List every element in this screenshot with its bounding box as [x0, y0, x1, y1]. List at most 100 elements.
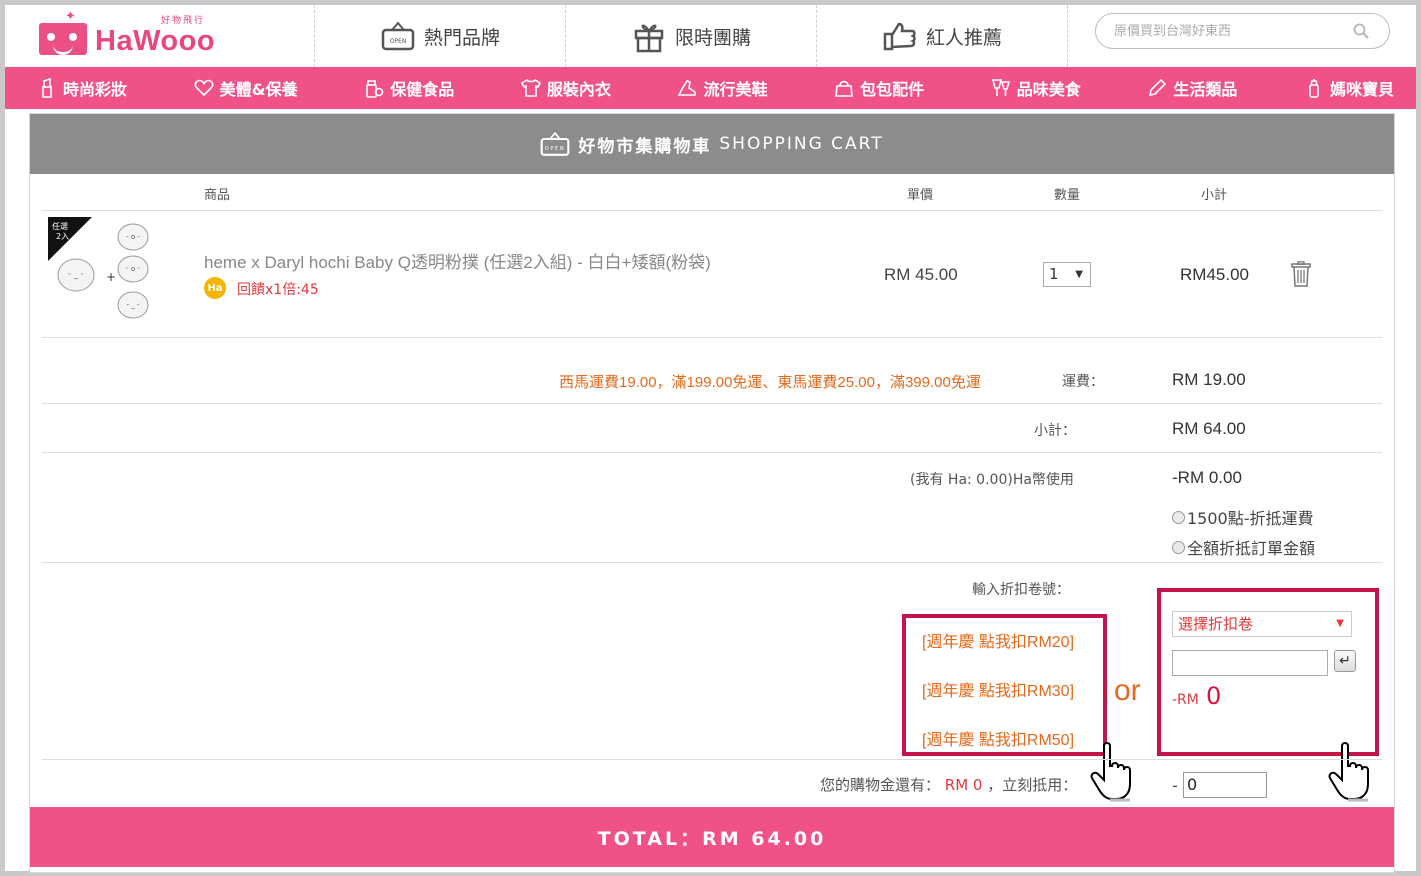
column-unit-price: 單價 [907, 188, 934, 203]
svg-text:ᵕ o ᵕ: ᵕ o ᵕ [126, 265, 141, 273]
search-icon[interactable] [1353, 23, 1369, 39]
category-label: 流行美鞋 [703, 80, 768, 99]
category-bar: 時尚彩妝 美體&保養 保健食品 服裝內衣 流行美鞋 包包配件 品味美食 生活類品… [5, 67, 1416, 109]
category-label: 媽咪寶貝 [1329, 80, 1394, 99]
bottle-icon [1309, 79, 1319, 98]
coupon-label: 輸入折扣卷號： [972, 582, 1070, 598]
divider [42, 403, 1382, 404]
credit-input[interactable]: 0 [1183, 772, 1267, 798]
divider [42, 337, 1382, 338]
discount-value: 0 [1206, 682, 1222, 710]
ha-coin-value: -RM 0.00 [1172, 468, 1242, 487]
bag-icon [835, 80, 853, 97]
shirt-icon [520, 78, 541, 97]
open-sign-icon: OPEN [541, 131, 570, 156]
category-makeup[interactable]: 時尚彩妝 [37, 76, 127, 100]
cart-panel: OPEN 好物市集購物車 SHOPPING CART 商品 單價 數量 小計 任… [29, 113, 1395, 873]
category-body-care[interactable]: 美體&保養 [194, 76, 298, 100]
cart-title-cn: 好物市集購物車 [578, 136, 712, 157]
credit-row: 您的購物金還有： RM 0 ，立刻抵用： [820, 774, 1077, 795]
svg-text:OPEN: OPEN [390, 38, 407, 45]
top-header: ✦ 好物飛行 HaWooo OPEN 熱門品牌 限時團購 紅人推薦 [5, 5, 1416, 67]
drink-icon [991, 79, 1010, 96]
heel-icon [678, 80, 697, 96]
shipping-value: RM 19.00 [1172, 370, 1246, 389]
divider [42, 452, 1382, 453]
reward-points: 回饋x1倍:45 [237, 282, 319, 298]
divider [42, 562, 1382, 563]
category-label: 服裝內衣 [546, 80, 611, 99]
gift-icon [634, 24, 664, 53]
subtotal-value: RM 64.00 [1172, 419, 1246, 438]
pointer-hand-icon [1090, 742, 1131, 802]
ha-coin-label: (我有 Ha: 0.00)Ha幣使用 [910, 472, 1074, 488]
pointer-hand-icon [1328, 742, 1369, 802]
category-shoes[interactable]: 流行美鞋 [677, 76, 767, 100]
category-clothing[interactable]: 服裝內衣 [520, 76, 611, 100]
total-bar: TOTAL：RM 64.00 [30, 807, 1394, 867]
coupon-select-dropdown[interactable]: 選擇折扣卷 [1172, 611, 1352, 637]
supplement-icon [366, 80, 384, 98]
lipstick-icon [42, 78, 52, 98]
category-label: 品味美食 [1016, 80, 1081, 99]
category-baby[interactable]: 媽咪寶貝 [1304, 76, 1394, 100]
coupon-code-input[interactable] [1172, 650, 1328, 676]
svg-text:+: + [106, 270, 116, 284]
heart-icon [194, 79, 214, 97]
credit-suffix: ，立刻抵用： [987, 776, 1078, 794]
search-input[interactable] [1114, 22, 1344, 40]
topnav-group-buy[interactable]: 限時團購 [565, 5, 816, 67]
subtotal-label: 小計： [1034, 423, 1076, 439]
category-label: 保健食品 [390, 80, 455, 99]
trash-icon[interactable] [1290, 261, 1312, 287]
ha-coin-icon: Ha [204, 277, 226, 299]
credit-dash: - [1172, 776, 1178, 795]
search-bar[interactable] [1095, 13, 1390, 49]
topnav-label: 限時團購 [674, 26, 751, 49]
ha-option-full[interactable]: 全額折抵訂單金額 [1172, 535, 1315, 559]
column-subtotal: 小計 [1201, 188, 1228, 203]
or-text: or [1114, 674, 1141, 707]
quantity-select[interactable]: 1 [1043, 262, 1091, 287]
topnav-influencer[interactable]: 紅人推薦 [816, 5, 1067, 67]
category-living[interactable]: 生活類品 [1147, 76, 1237, 100]
logo[interactable]: ✦ 好物飛行 HaWooo [39, 9, 219, 61]
column-product: 商品 [204, 188, 231, 203]
category-bags[interactable]: 包包配件 [834, 76, 924, 100]
credit-amount: RM 0 [944, 776, 983, 794]
item-subtotal: RM45.00 [1180, 265, 1249, 284]
shipping-note: 西馬運費19.00，滿199.00免運、東馬運費25.00，滿399.00免運 [559, 374, 981, 391]
radio-label: 1500點-折抵運費 [1187, 509, 1314, 528]
product-thumbnail[interactable]: 任選 2入 ᵕ _ ᵕ + - o - ᵕ o ᵕ - _ - [48, 217, 158, 327]
coupon-select-highlight: 選擇折扣卷 ↵ -RM 0 [1157, 588, 1379, 756]
enter-icon[interactable]: ↵ [1334, 650, 1356, 672]
cart-header: OPEN 好物市集購物車 SHOPPING CART [30, 114, 1394, 174]
topnav-label: 熱門品牌 [423, 26, 500, 49]
category-label: 生活類品 [1173, 80, 1238, 99]
coupon-link-rm50[interactable]: [週年慶 點我扣RM50] [922, 726, 1074, 750]
svg-text:- _ -: - _ - [126, 301, 139, 309]
ha-option-shipping[interactable]: 1500點-折抵運費 [1172, 505, 1314, 529]
divider [1067, 5, 1068, 67]
cart-title-en: SHOPPING CART [719, 134, 884, 154]
sparkle-icon: ✦ [65, 9, 76, 24]
category-health[interactable]: 保健食品 [364, 76, 454, 100]
logo-text: HaWooo [95, 25, 216, 57]
topnav-label: 紅人推薦 [925, 26, 1002, 49]
discount-prefix: -RM [1172, 692, 1199, 708]
coupon-link-rm20[interactable]: [週年慶 點我扣RM20] [922, 628, 1074, 652]
category-food[interactable]: 品味美食 [991, 76, 1081, 100]
coupon-link-rm30[interactable]: [週年慶 點我扣RM30] [922, 677, 1074, 701]
svg-text:- o -: - o - [126, 233, 140, 241]
radio-button[interactable] [1172, 510, 1185, 524]
coupon-links-highlight: [週年慶 點我扣RM20] [週年慶 點我扣RM30] [週年慶 點我扣RM50… [902, 614, 1107, 756]
radio-button[interactable] [1172, 540, 1185, 554]
category-label: 美體&保養 [219, 80, 298, 99]
column-quantity: 數量 [1054, 188, 1081, 203]
topnav-hot-brands[interactable]: OPEN 熱門品牌 [314, 5, 565, 67]
pencil-icon [1149, 78, 1167, 97]
radio-label: 全額折抵訂單金額 [1187, 539, 1316, 558]
thumb-tag-line2: 2入 [56, 232, 69, 241]
product-name[interactable]: heme x Daryl hochi Baby Q透明粉撲 (任選2入組) - … [204, 248, 711, 273]
open-sign-icon: OPEN [381, 21, 415, 51]
